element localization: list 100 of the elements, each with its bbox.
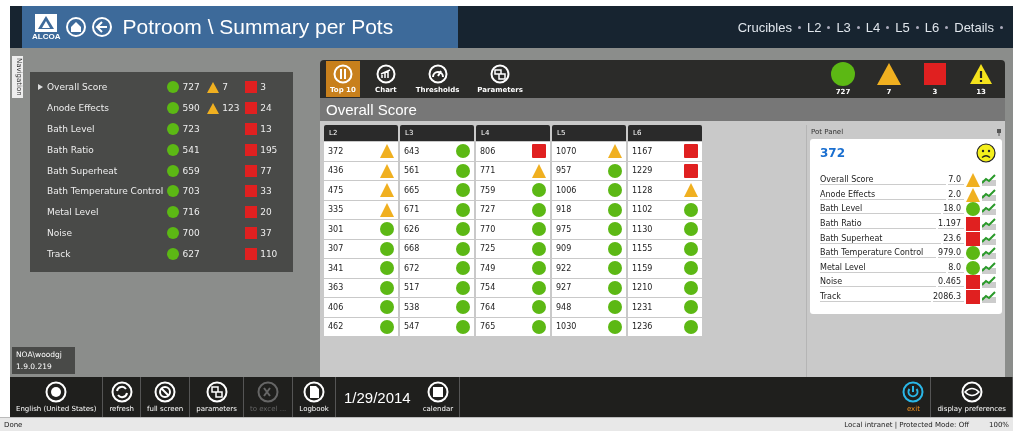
pot-tile[interactable]: 1229	[628, 161, 702, 180]
metric-label: Track	[820, 292, 931, 303]
logo-icon	[35, 13, 58, 32]
nav-link[interactable]: L6	[924, 19, 940, 35]
nav-link[interactable]: L4	[865, 19, 881, 35]
metric-label[interactable]: Metal Level	[46, 207, 168, 218]
pot-tile[interactable]: 462	[324, 317, 398, 336]
pot-tile[interactable]: 806	[476, 142, 550, 161]
pot-tile[interactable]: 1236	[628, 317, 702, 336]
pot-tile[interactable]: 372	[324, 142, 398, 161]
pot-tile[interactable]: 1102	[628, 200, 702, 219]
trend-chart-icon[interactable]	[982, 218, 996, 231]
metric-label[interactable]: Bath Ratio	[46, 144, 168, 155]
pot-tile[interactable]: 759	[476, 181, 550, 200]
good-count: 723	[182, 124, 200, 134]
trend-chart-icon[interactable]	[982, 247, 996, 260]
pot-tile[interactable]: 1070	[552, 142, 626, 161]
pot-number: 301	[328, 224, 344, 234]
pot-number: 1130	[632, 224, 653, 234]
pot-tile[interactable]: 754	[476, 278, 550, 297]
pot-tile[interactable]: 909	[552, 239, 626, 258]
nav-link[interactable]: L2	[806, 19, 822, 35]
pot-tile[interactable]: 301	[324, 220, 398, 239]
pot-tile[interactable]: 341	[324, 259, 398, 278]
pot-tile[interactable]: 665	[400, 181, 474, 200]
pot-tile[interactable]: 517	[400, 278, 474, 297]
pot-tile[interactable]: 957	[552, 161, 626, 180]
ok-status-icon	[456, 183, 470, 198]
nav-link[interactable]: Details	[954, 19, 994, 35]
trend-chart-icon[interactable]	[982, 232, 996, 245]
pot-tile[interactable]: 547	[400, 317, 474, 336]
home-icon[interactable]	[66, 17, 87, 37]
trend-chart-icon[interactable]	[982, 291, 996, 304]
pot-tile[interactable]: 1159	[628, 259, 702, 278]
good-count: 590	[182, 103, 200, 114]
alarm-status-icon	[245, 185, 258, 198]
pot-tile[interactable]: 749	[476, 259, 550, 278]
pot-tile[interactable]: 975	[552, 220, 626, 239]
pot-number: 672	[404, 263, 420, 273]
good-count: 700	[182, 227, 200, 238]
trend-chart-icon[interactable]	[982, 203, 996, 216]
pot-tile[interactable]: 626	[400, 220, 474, 239]
pot-tile[interactable]: 727	[476, 200, 550, 219]
pot-tile[interactable]: 764	[476, 298, 550, 317]
pot-tile[interactable]: 1006	[552, 181, 626, 200]
pot-tile[interactable]: 927	[552, 278, 626, 297]
ok-status-icon	[684, 280, 698, 295]
pot-tile[interactable]: 918	[552, 200, 626, 219]
pot-tile[interactable]: 671	[400, 200, 474, 219]
metric-label[interactable]: Bath Superheat	[46, 165, 168, 176]
pot-number: 517	[404, 283, 420, 293]
pot-tile[interactable]: 475	[324, 181, 398, 200]
metric-value: 8.0	[948, 262, 964, 273]
nav-link[interactable]: L3	[836, 19, 851, 35]
pot-number: 341	[328, 263, 344, 273]
warning-triangle-icon	[380, 144, 394, 159]
pot-tile[interactable]: 335	[324, 200, 398, 219]
ok-status-icon	[532, 319, 546, 334]
warning-triangle-icon	[380, 163, 394, 178]
pot-number: 1006	[556, 185, 577, 195]
pot-tile[interactable]: 771	[476, 161, 550, 180]
pot-tile[interactable]: 1030	[552, 317, 626, 336]
pot-tile[interactable]: 307	[324, 239, 398, 258]
alarm-status-icon	[966, 217, 980, 232]
pin-icon[interactable]	[997, 128, 1001, 136]
trend-chart-icon[interactable]	[982, 174, 996, 187]
pot-tile[interactable]: 922	[552, 259, 626, 278]
metric-label[interactable]: Anode Effects	[46, 103, 168, 114]
trend-chart-icon[interactable]	[982, 188, 996, 201]
pot-tile[interactable]: 643	[400, 142, 474, 161]
trend-chart-icon[interactable]	[982, 261, 996, 274]
nav-link[interactable]: L5	[895, 19, 910, 35]
pot-tile[interactable]: 668	[400, 239, 474, 258]
pot-tile[interactable]: 1155	[628, 239, 702, 258]
metric-label[interactable]: Overall Score	[46, 82, 168, 93]
metric-label[interactable]: Bath Temperature Control	[46, 186, 168, 197]
metric-label[interactable]: Noise	[46, 227, 168, 238]
metric-label[interactable]: Track	[46, 248, 168, 259]
pot-tile[interactable]: 1130	[628, 220, 702, 239]
pot-tile[interactable]: 1231	[628, 298, 702, 317]
pot-tile[interactable]: 672	[400, 259, 474, 278]
pot-tile[interactable]: 948	[552, 298, 626, 317]
pot-tile[interactable]: 1128	[628, 181, 702, 200]
pot-number: 547	[404, 322, 420, 332]
pot-tile[interactable]: 561	[400, 161, 474, 180]
metric-label[interactable]: Bath Level	[46, 124, 168, 134]
pot-tile[interactable]: 363	[324, 278, 398, 297]
trend-chart-icon[interactable]	[982, 276, 996, 289]
pot-tile[interactable]: 406	[324, 298, 398, 317]
pot-tile[interactable]: 436	[324, 161, 398, 180]
pot-tile[interactable]: 1167	[628, 142, 702, 161]
pot-tile[interactable]: 1210	[628, 278, 702, 297]
warning-triangle-icon	[207, 102, 220, 114]
pot-tile[interactable]: 538	[400, 298, 474, 317]
back-icon[interactable]	[92, 17, 113, 37]
pot-tile[interactable]: 725	[476, 239, 550, 258]
pot-tile[interactable]: 770	[476, 220, 550, 239]
pot-tile[interactable]: 765	[476, 317, 550, 336]
pot-number: 372	[328, 146, 344, 156]
nav-link[interactable]: Crucibles	[737, 19, 792, 35]
